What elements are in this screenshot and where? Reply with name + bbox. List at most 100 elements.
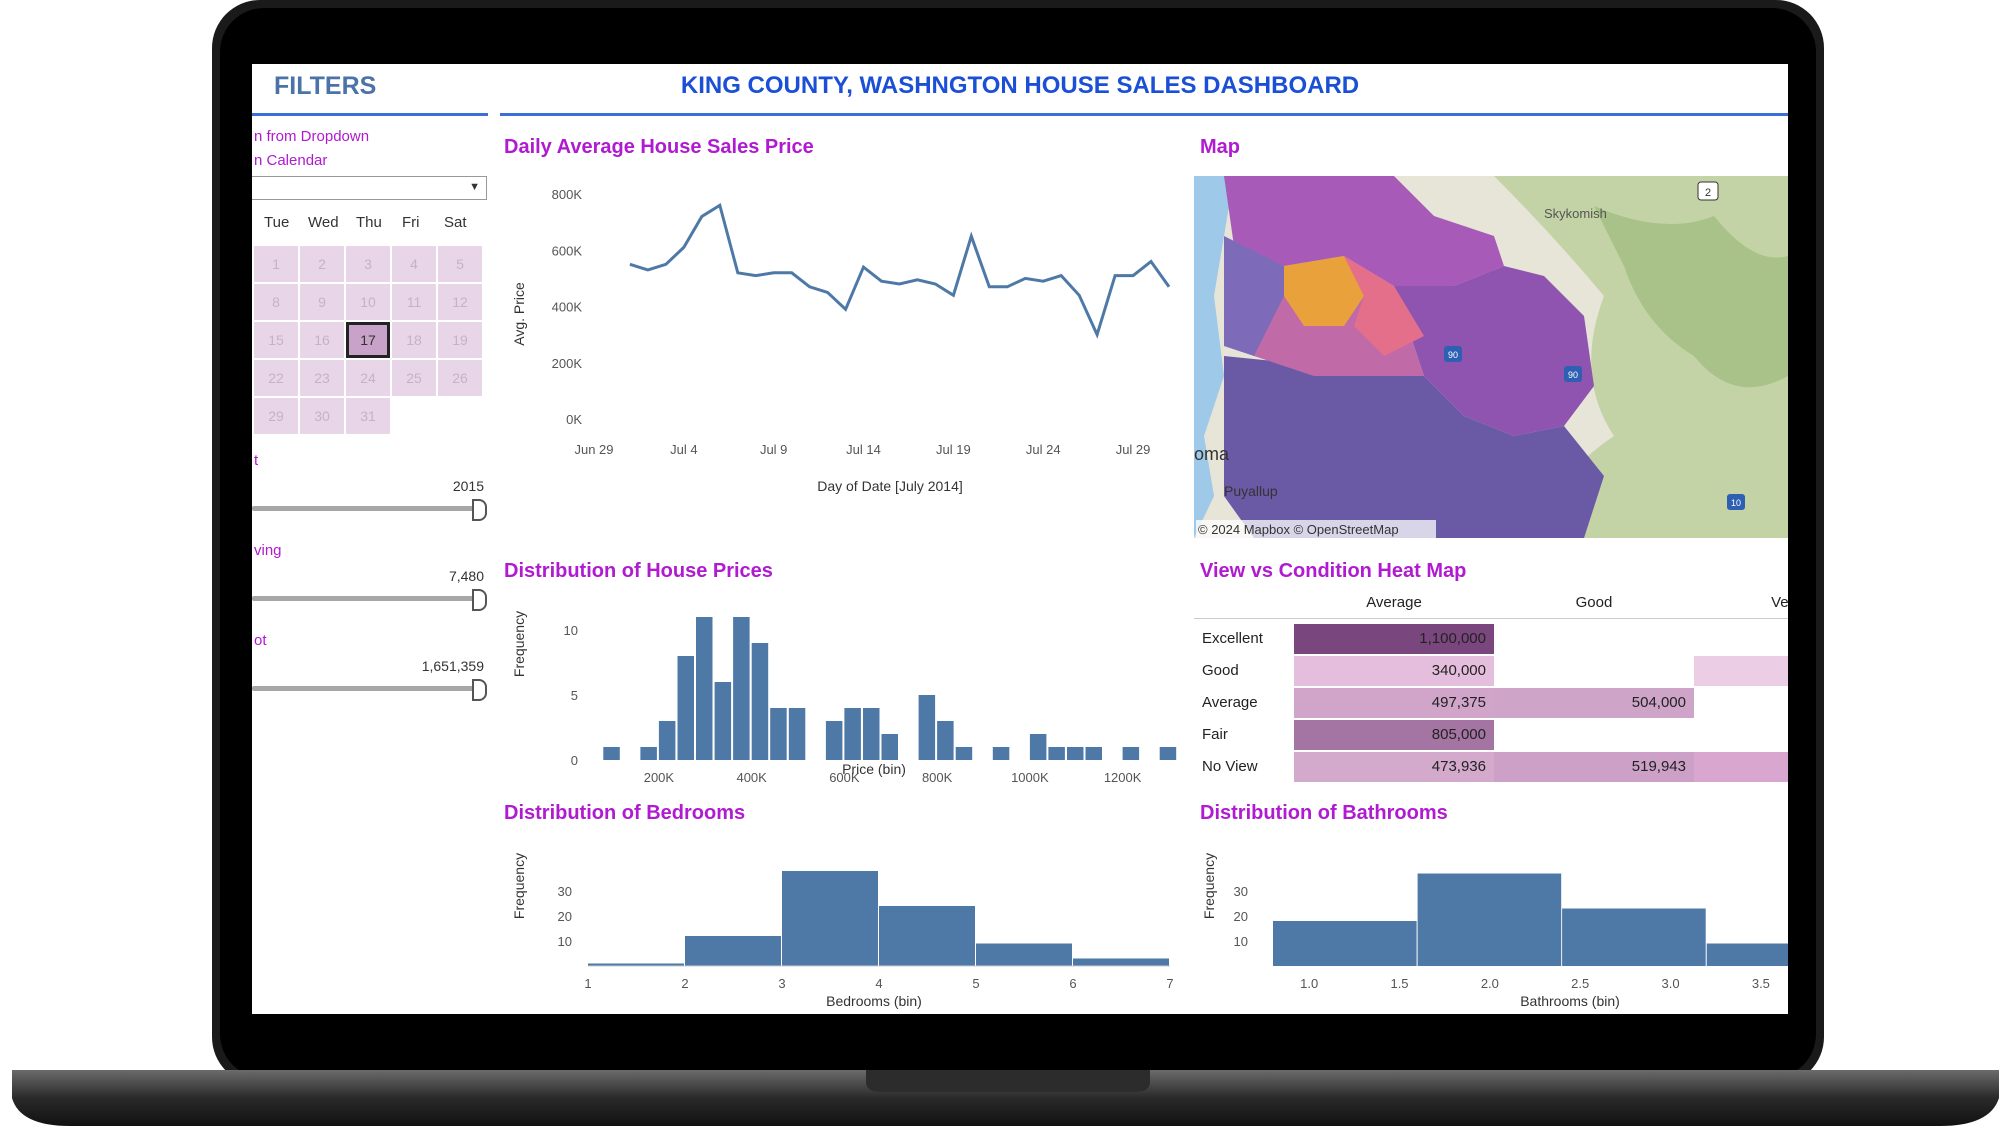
price-ytick: 0 xyxy=(571,753,578,768)
heatmap-header-divider xyxy=(1194,618,1788,619)
calendar-day[interactable]: 8 xyxy=(254,284,298,320)
chevron-down-icon: ▼ xyxy=(469,181,480,193)
price-bar xyxy=(863,708,880,760)
price-xtick: 1200K xyxy=(1104,770,1142,785)
calendar-day[interactable]: 3 xyxy=(346,246,390,282)
bed-xtick: 6 xyxy=(1069,976,1076,991)
calendar-day[interactable]: 11 xyxy=(392,284,436,320)
heatmap-row-label: Average xyxy=(1202,694,1258,711)
bath-xtick: 3.5 xyxy=(1752,976,1770,991)
bath-ytick: 30 xyxy=(1234,884,1248,899)
bed-ytick: 30 xyxy=(558,884,572,899)
bed-xtick: 3 xyxy=(778,976,785,991)
price-bar xyxy=(918,695,936,760)
bath-bar xyxy=(1273,921,1417,966)
price-xtick: 400K xyxy=(736,770,767,785)
heatmap-row-label: Excellent xyxy=(1202,630,1263,647)
daily-ytick: 800K xyxy=(552,187,583,202)
calendar-day[interactable]: 29 xyxy=(254,398,298,434)
daily-ylabel: Avg. Price xyxy=(511,282,527,346)
calendar-day[interactable]: 31 xyxy=(346,398,390,434)
map-label-puyallup: Puyallup xyxy=(1224,483,1278,499)
map-attribution: © 2024 Mapbox © OpenStreetMap xyxy=(1198,522,1399,537)
calendar-day[interactable]: 1 xyxy=(254,246,298,282)
calendar-day[interactable]: 22 xyxy=(254,360,298,396)
calendar-day[interactable]: 23 xyxy=(300,360,344,396)
bed-xtick: 4 xyxy=(875,976,882,991)
title-underline xyxy=(500,113,1788,116)
price-bar xyxy=(1085,747,1102,760)
calendar-grid[interactable]: 1 2 3 4 5 8 9 10 11 12 15 16 17 18 19 22 23 24 25 26 29 30 31 xyxy=(252,246,488,434)
bathrooms-title: Distribution of Bathrooms xyxy=(1200,802,1448,824)
bath-xtick: 2.5 xyxy=(1571,976,1589,991)
slider-thumb-lot[interactable] xyxy=(472,679,487,701)
slider-value-living: 7,480 xyxy=(448,568,484,584)
bedrooms-histogram: 30 20 10 1 2 3 4 5 6 7 Frequency Bedrooms (bin) xyxy=(511,853,1174,1009)
heatmap-row-label: Good xyxy=(1202,662,1239,679)
map-label-tacoma: oma xyxy=(1194,444,1230,464)
interstate-10-label: 10 xyxy=(1731,498,1741,508)
price-bar xyxy=(714,682,732,760)
calendar-day[interactable]: 15 xyxy=(254,322,298,358)
bed-xtick: 5 xyxy=(972,976,979,991)
slider-thumb-living[interactable] xyxy=(472,589,487,611)
bathrooms-xlabel: Bathrooms (bin) xyxy=(1520,993,1620,1009)
highway-2-label: 2 xyxy=(1705,187,1711,199)
slider-thumb-year[interactable] xyxy=(472,499,487,521)
calendar-day[interactable]: 26 xyxy=(438,360,482,396)
calendar-day[interactable]: 30 xyxy=(300,398,344,434)
calendar-day[interactable]: 12 xyxy=(438,284,482,320)
map-label-skykomish: Skykomish xyxy=(1544,206,1607,221)
price-bar xyxy=(1159,747,1177,760)
laptop-notch xyxy=(866,1070,1150,1092)
bath-ytick: 10 xyxy=(1234,934,1248,949)
price-bar xyxy=(992,747,1010,760)
calendar-day[interactable]: 5 xyxy=(438,246,482,282)
bed-xtick: 7 xyxy=(1166,976,1173,991)
daily-ytick: 400K xyxy=(552,300,583,315)
bath-ytick: 20 xyxy=(1234,909,1248,924)
calendar-day[interactable]: 4 xyxy=(392,246,436,282)
calendar-day[interactable]: 25 xyxy=(392,360,436,396)
bed-ytick: 10 xyxy=(558,934,572,949)
heatmap-column-header: Average xyxy=(1366,594,1422,611)
interstate-90b-label: 90 xyxy=(1568,370,1578,380)
slider-track-lot[interactable] xyxy=(252,686,478,691)
bed-bar xyxy=(782,871,878,966)
slider-track-year[interactable] xyxy=(252,506,478,511)
calendar-hint: n Calendar xyxy=(254,152,328,169)
heatmap-cell: 340,000 xyxy=(1294,656,1494,686)
heatmap-cell xyxy=(1694,752,1788,782)
heatmap-column-header: Good xyxy=(1575,594,1613,611)
calendar-day[interactable]: 18 xyxy=(392,322,436,358)
bath-xtick: 1.5 xyxy=(1390,976,1408,991)
calendar-day[interactable]: 24 xyxy=(346,360,390,396)
price-bar xyxy=(751,643,769,760)
month-dropdown[interactable]: ▼ xyxy=(252,176,487,200)
calendar-day[interactable]: 19 xyxy=(438,322,482,358)
filters-underline xyxy=(252,113,488,116)
calendar-day[interactable]: 2 xyxy=(300,246,344,282)
daily-price-title: Daily Average House Sales Price xyxy=(504,136,814,158)
price-ylabel: Frequency xyxy=(511,611,527,677)
price-bar xyxy=(733,617,750,760)
calendar-weekday-row: Tue Wed Thu Fri Sat xyxy=(252,214,488,236)
price-bar xyxy=(603,747,620,760)
dashboard-screen: FILTERS KING COUNTY, WASHNGTON HOUSE SAL… xyxy=(252,64,1788,1014)
heatmap-cell: 497,375 xyxy=(1294,688,1494,718)
weekday-fri: Fri xyxy=(402,214,420,231)
daily-xtick: Jul 24 xyxy=(1026,442,1061,457)
bath-xtick: 3.0 xyxy=(1662,976,1680,991)
bed-bar xyxy=(976,943,1072,966)
calendar-day[interactable]: 10 xyxy=(346,284,390,320)
map-view[interactable]: Skykomish Puyallup oma 2 90 90 10 © 2024… xyxy=(1194,176,1788,538)
price-bar xyxy=(1048,747,1065,760)
bath-xtick: 2.0 xyxy=(1481,976,1499,991)
calendar-day[interactable]: 16 xyxy=(300,322,344,358)
calendar-day[interactable]: 9 xyxy=(300,284,344,320)
price-bar xyxy=(658,721,676,760)
dropdown-hint: n from Dropdown xyxy=(254,128,370,145)
heatmap-cell: 805,000 xyxy=(1294,720,1494,750)
calendar-day-selected[interactable]: 17 xyxy=(346,322,390,358)
slider-track-living[interactable] xyxy=(252,596,478,601)
